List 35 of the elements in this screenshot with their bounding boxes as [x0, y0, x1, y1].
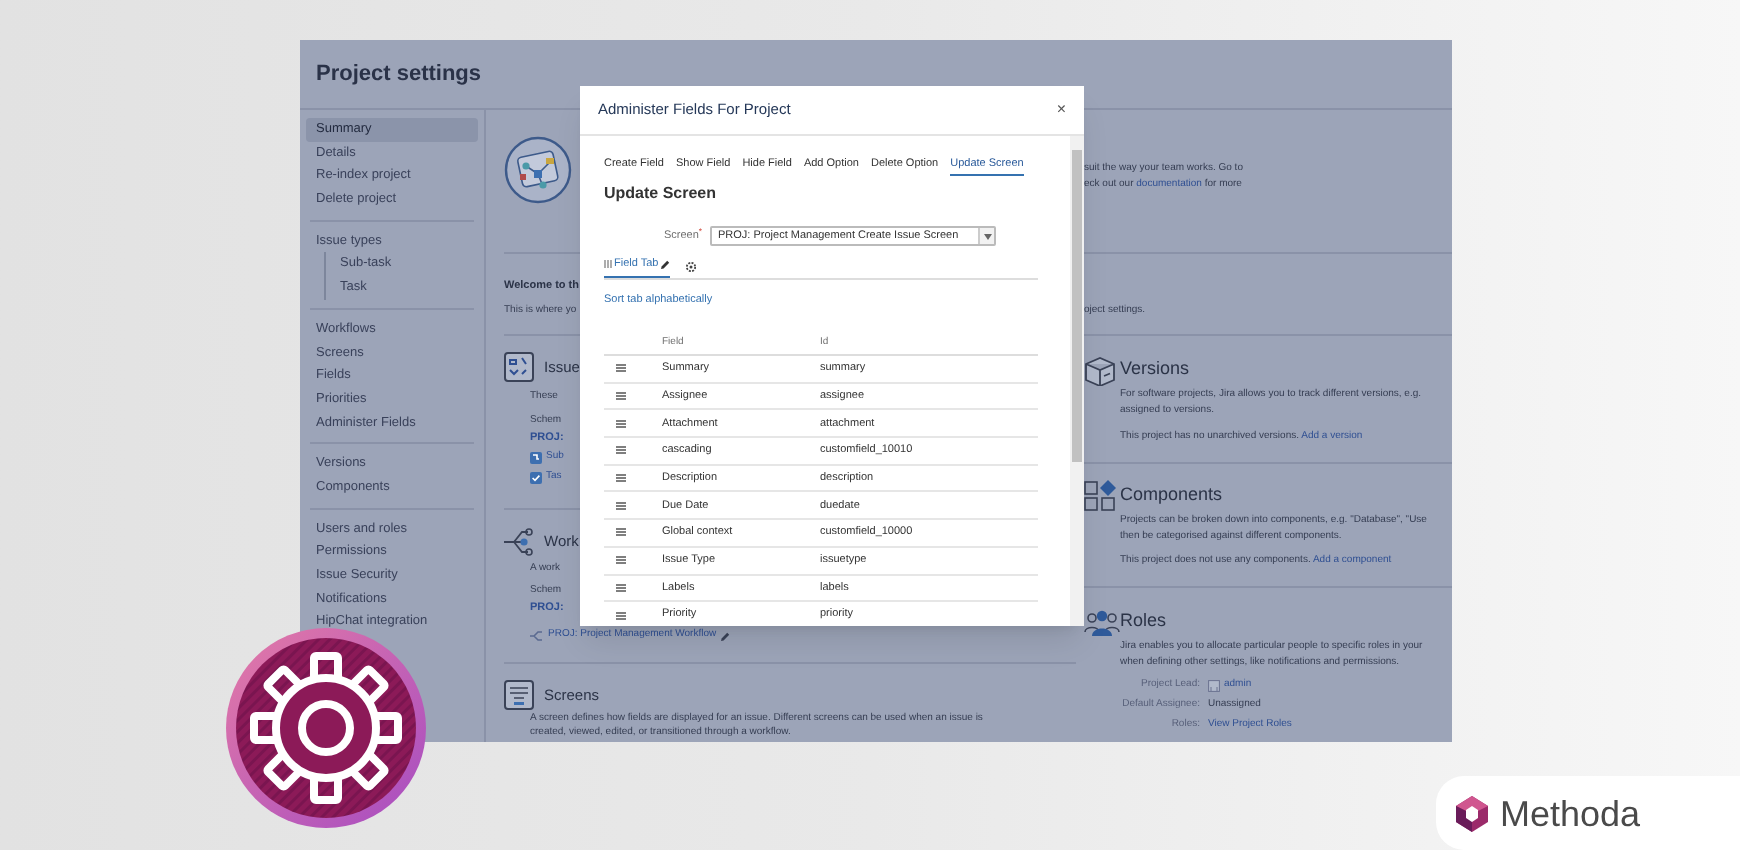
drag-handle-icon[interactable]	[616, 474, 626, 483]
subtask-icon	[530, 452, 542, 464]
section-title: Roles	[1120, 608, 1167, 635]
settings-icon[interactable]	[686, 261, 697, 271]
section-heading: Update Screen	[604, 184, 719, 204]
drag-handle-icon[interactable]	[616, 528, 626, 537]
section-title: Components	[1120, 482, 1223, 509]
close-button[interactable]: ×	[1056, 102, 1066, 118]
drag-handle-icon[interactable]	[616, 419, 626, 428]
pencil-icon[interactable]	[660, 259, 671, 269]
drag-handle-icon[interactable]	[616, 446, 626, 455]
scrollbar[interactable]	[1070, 136, 1084, 626]
workflow-small-icon	[530, 630, 544, 642]
people-icon	[1084, 608, 1120, 636]
drag-handle-icon[interactable]	[616, 501, 626, 510]
drag-handle-icon[interactable]	[616, 611, 626, 620]
drag-handle-icon[interactable]	[616, 583, 626, 592]
section-title: Versions	[1120, 356, 1190, 383]
page-title: Project settings	[316, 59, 482, 90]
drag-handle-icon[interactable]	[616, 364, 626, 373]
screen-icon	[504, 680, 534, 710]
box-icon	[1084, 355, 1116, 385]
project-avatar-icon	[504, 136, 572, 204]
brand-name: Methoda	[1500, 793, 1641, 833]
drag-handle-icon[interactable]	[616, 392, 626, 401]
logo-icon	[1452, 793, 1492, 833]
gear-icon	[226, 628, 426, 828]
dropdown-icon	[983, 233, 991, 239]
issue-types-icon	[504, 352, 534, 382]
user-avatar-icon	[1208, 680, 1220, 692]
drag-handle-icon[interactable]	[616, 556, 626, 565]
drag-handle-icon	[604, 260, 612, 268]
workflow-icon	[504, 526, 534, 556]
components-icon	[1084, 480, 1116, 512]
task-icon	[530, 472, 542, 484]
